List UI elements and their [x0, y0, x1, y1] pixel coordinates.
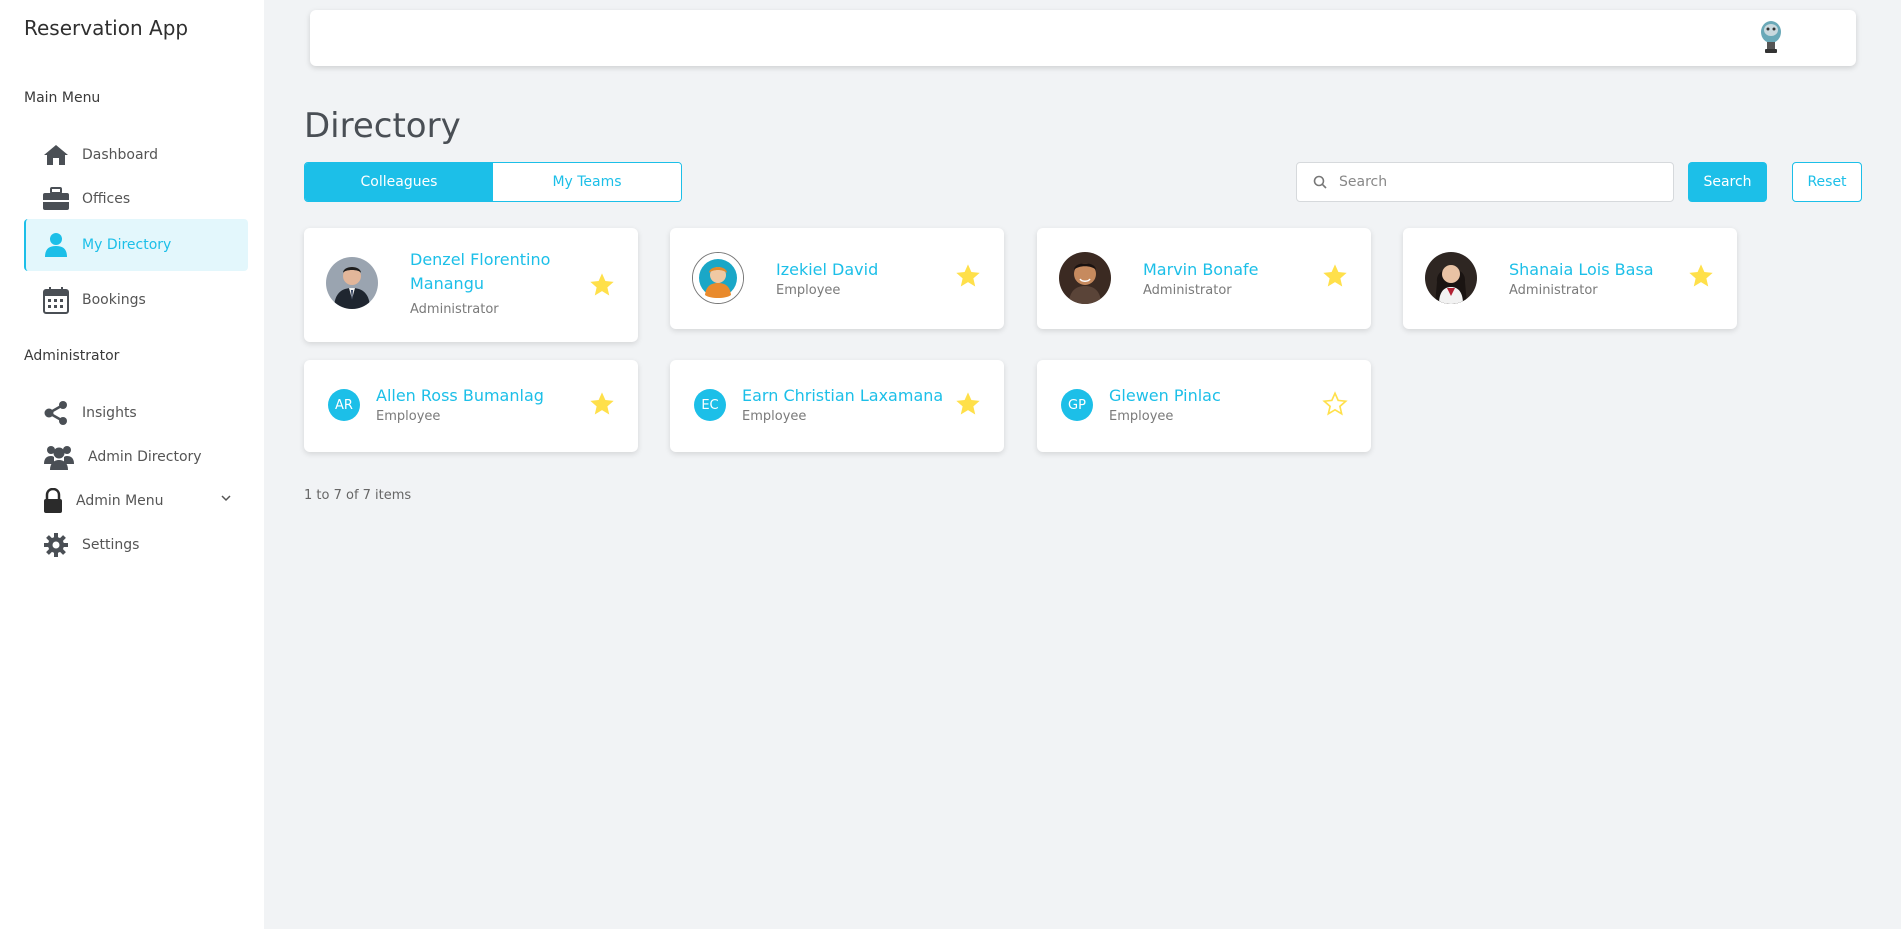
main-menu-label: Main Menu [24, 90, 101, 106]
colleague-card[interactable]: Marvin Bonafe Administrator [1037, 228, 1371, 329]
colleague-role: Employee [776, 283, 841, 298]
top-bar [310, 10, 1856, 66]
sidebar-item-dashboard[interactable]: Dashboard [24, 132, 248, 178]
pagination-summary: 1 to 7 of 7 items [304, 488, 412, 503]
colleague-card[interactable]: Denzel Florentino Manangu Administrator [304, 228, 638, 342]
avatar [692, 252, 744, 304]
sidebar-item-label: Bookings [82, 292, 146, 308]
sidebar-item-label: My Directory [82, 237, 172, 253]
colleague-name[interactable]: Earn Christian Laxamana [742, 384, 943, 408]
star-filled-icon[interactable] [1321, 262, 1349, 290]
colleague-card[interactable]: EC Earn Christian Laxamana Employee [670, 360, 1004, 452]
colleague-name[interactable]: Izekiel David [776, 258, 878, 282]
sidebar-item-my-directory[interactable]: My Directory [24, 219, 248, 271]
colleague-name[interactable]: Glewen Pinlac [1109, 384, 1221, 408]
colleague-role: Administrator [410, 302, 499, 317]
colleague-name[interactable]: Shanaia Lois Basa [1509, 258, 1654, 282]
sidebar: Reservation App Main Menu Dashboard Offi… [0, 0, 264, 929]
sidebar-item-settings[interactable]: Settings [24, 522, 248, 568]
sidebar-item-bookings[interactable]: Bookings [24, 277, 248, 323]
sidebar-item-label: Admin Directory [88, 449, 202, 465]
colleague-card[interactable]: GP Glewen Pinlac Employee [1037, 360, 1371, 452]
tab-my-teams[interactable]: My Teams [493, 163, 681, 201]
directory-tabs: Colleagues My Teams [304, 162, 682, 202]
search-box [1296, 162, 1674, 202]
calendar-icon [42, 286, 70, 314]
star-filled-icon[interactable] [1687, 262, 1715, 290]
app-title: Reservation App [24, 16, 189, 40]
colleague-role: Employee [742, 409, 807, 424]
share-icon [42, 399, 70, 427]
sidebar-item-insights[interactable]: Insights [24, 390, 248, 436]
star-filled-icon[interactable] [588, 390, 616, 418]
user-avatar-icon[interactable] [1756, 20, 1786, 54]
colleague-role: Administrator [1509, 283, 1598, 298]
search-button[interactable]: Search [1688, 162, 1767, 202]
colleague-card[interactable]: Shanaia Lois Basa Administrator [1403, 228, 1737, 329]
lock-icon [42, 487, 64, 515]
star-filled-icon[interactable] [954, 262, 982, 290]
user-icon [42, 231, 70, 259]
avatar: AR [328, 389, 360, 421]
colleague-name[interactable]: Marvin Bonafe [1143, 258, 1259, 282]
sidebar-item-label: Admin Menu [76, 493, 164, 509]
briefcase-icon [42, 185, 70, 213]
sidebar-item-admin-menu[interactable]: Admin Menu [24, 478, 248, 524]
avatar: GP [1061, 389, 1093, 421]
colleague-card[interactable]: Izekiel David Employee [670, 228, 1004, 329]
avatar [1059, 252, 1111, 304]
sidebar-item-label: Offices [82, 191, 131, 207]
sidebar-item-offices[interactable]: Offices [24, 176, 248, 222]
page-title: Directory [304, 106, 461, 146]
tab-colleagues[interactable]: Colleagues [305, 163, 493, 201]
gear-icon [42, 531, 70, 559]
colleague-name[interactable]: Allen Ross Bumanlag [376, 384, 544, 408]
users-icon [42, 443, 76, 471]
home-icon [42, 141, 70, 169]
sidebar-item-admin-directory[interactable]: Admin Directory [24, 434, 248, 480]
sidebar-item-label: Settings [82, 537, 140, 553]
star-filled-icon[interactable] [588, 271, 616, 299]
administrator-label: Administrator [24, 348, 120, 364]
search-input[interactable] [1339, 174, 1659, 190]
colleague-card[interactable]: AR Allen Ross Bumanlag Employee [304, 360, 638, 452]
avatar [326, 257, 378, 309]
avatar: EC [694, 389, 726, 421]
search-icon [1313, 175, 1327, 189]
reset-button[interactable]: Reset [1792, 162, 1862, 202]
star-filled-icon[interactable] [954, 390, 982, 418]
colleague-role: Administrator [1143, 283, 1232, 298]
colleague-name[interactable]: Denzel Florentino Manangu [410, 248, 580, 296]
sidebar-item-label: Dashboard [82, 147, 158, 163]
colleague-role: Employee [376, 409, 441, 424]
star-outline-icon[interactable] [1321, 390, 1349, 418]
colleague-role: Employee [1109, 409, 1174, 424]
avatar [1425, 252, 1477, 304]
sidebar-item-label: Insights [82, 405, 137, 421]
chevron-down-icon[interactable] [220, 492, 232, 508]
